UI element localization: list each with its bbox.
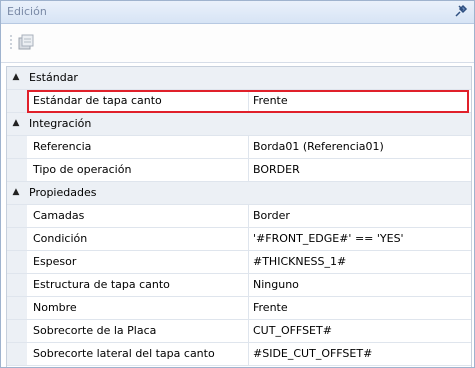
property-value[interactable]: BORDER — [250, 159, 471, 181]
property-row[interactable]: Estructura de tapa canto Ninguno — [7, 274, 471, 297]
row-gutter — [7, 205, 27, 227]
property-value[interactable]: Borda01 (Referencia01) — [250, 136, 471, 158]
property-name: Tipo de operación — [27, 159, 249, 181]
collapse-icon[interactable]: ▲ — [11, 117, 21, 129]
add-property-icon[interactable] — [17, 33, 35, 51]
property-value[interactable]: #THICKNESS_1# — [250, 251, 471, 273]
row-gutter — [7, 274, 27, 296]
toolbar — [1, 24, 474, 63]
property-name: Estándar de tapa canto — [27, 90, 249, 112]
property-row[interactable]: Tipo de operación BORDER — [7, 159, 471, 182]
property-name: Condición — [27, 228, 249, 250]
panel-titlebar: Edición — [1, 1, 474, 24]
category-propiedades[interactable]: ▲ Propiedades — [7, 182, 471, 205]
property-name: Estructura de tapa canto — [27, 274, 249, 296]
property-name: Espesor — [27, 251, 249, 273]
category-estandar[interactable]: ▲ Estándar — [7, 67, 471, 90]
row-gutter — [7, 343, 27, 365]
pin-icon[interactable] — [454, 4, 468, 18]
property-row[interactable]: Nombre Frente — [7, 297, 471, 320]
property-row[interactable]: Sobrecorte lateral del tapa canto #SIDE_… — [7, 343, 471, 366]
row-gutter — [7, 90, 27, 112]
edition-panel: Edición ▲ Estándar Estándar de tapa cant… — [0, 0, 475, 368]
property-name: Nombre — [27, 297, 249, 319]
property-row[interactable]: Referencia Borda01 (Referencia01) — [7, 136, 471, 159]
property-value[interactable]: Frente — [250, 90, 471, 112]
property-value[interactable]: Border — [250, 205, 471, 227]
property-value[interactable]: Frente — [250, 297, 471, 319]
property-grid: ▲ Estándar Estándar de tapa canto Frente… — [6, 66, 472, 367]
category-label: Propiedades — [29, 186, 97, 199]
row-gutter — [7, 159, 27, 181]
collapse-icon[interactable]: ▲ — [11, 71, 21, 83]
property-value[interactable]: '#FRONT_EDGE#' == 'YES' — [250, 228, 471, 250]
toolbar-grip[interactable] — [10, 34, 12, 50]
category-integracion[interactable]: ▲ Integración — [7, 113, 471, 136]
property-value[interactable]: #SIDE_CUT_OFFSET# — [250, 343, 471, 365]
property-row[interactable]: Estándar de tapa canto Frente — [7, 90, 471, 113]
property-row[interactable]: Condición '#FRONT_EDGE#' == 'YES' — [7, 228, 471, 251]
panel-title: Edición — [7, 5, 47, 18]
property-value[interactable]: Ninguno — [250, 274, 471, 296]
row-gutter — [7, 251, 27, 273]
property-value[interactable]: CUT_OFFSET# — [250, 320, 471, 342]
row-gutter — [7, 136, 27, 158]
property-row[interactable]: Camadas Border — [7, 205, 471, 228]
property-name: Camadas — [27, 205, 249, 227]
property-row[interactable]: Sobrecorte de la Placa CUT_OFFSET# — [7, 320, 471, 343]
property-name: Referencia — [27, 136, 249, 158]
category-label: Estándar — [29, 71, 78, 84]
row-gutter — [7, 297, 27, 319]
property-name: Sobrecorte de la Placa — [27, 320, 249, 342]
collapse-icon[interactable]: ▲ — [11, 186, 21, 198]
property-row[interactable]: Espesor #THICKNESS_1# — [7, 251, 471, 274]
property-name: Sobrecorte lateral del tapa canto — [27, 343, 249, 365]
row-gutter — [7, 228, 27, 250]
row-gutter — [7, 320, 27, 342]
category-label: Integración — [29, 117, 92, 130]
